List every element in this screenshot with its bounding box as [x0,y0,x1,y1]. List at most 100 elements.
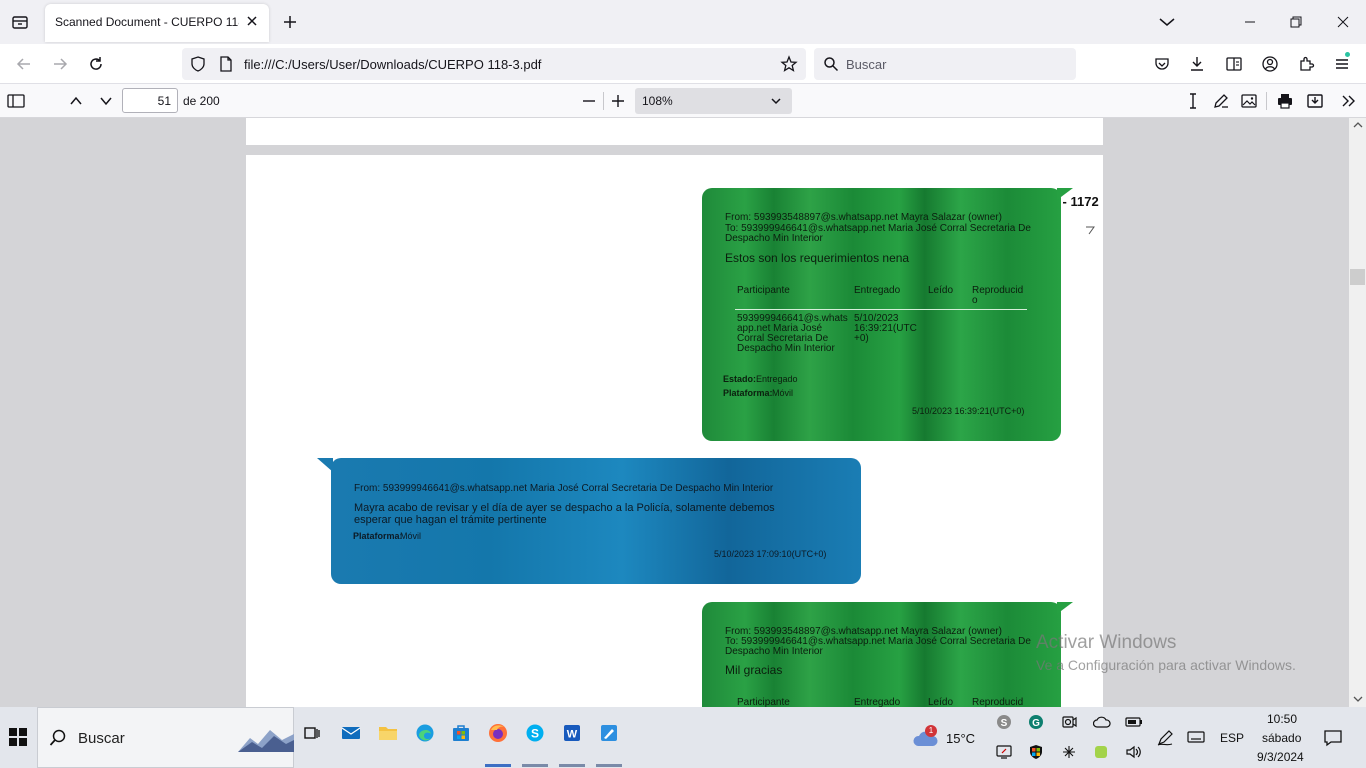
scroll-up-icon[interactable] [1353,121,1363,129]
clock-date[interactable]: 9/3/2024 [1257,750,1304,764]
running-app-indicator [522,764,548,767]
page-number-input[interactable] [122,88,178,113]
text-cursor-icon[interactable] [1183,91,1203,111]
bookmark-star-icon[interactable] [780,55,798,73]
previous-page-icon[interactable] [66,91,86,111]
sidebar-toggle-icon[interactable] [6,91,26,111]
print-icon[interactable] [1275,91,1295,111]
table-divider [735,309,1027,310]
pdf-page-previous [246,118,1103,145]
message-body: Estos son los requerimientos nena [725,251,910,265]
security-shield-tray-icon[interactable] [1028,744,1044,760]
shield-icon[interactable] [189,55,207,73]
vertical-scrollbar[interactable] [1349,118,1366,707]
navigation-bar: file:///C:/Users/User/Downloads/CUERPO 1… [0,44,1366,84]
language-indicator[interactable]: ESP [1220,731,1244,745]
onedrive-tray-icon[interactable] [1093,714,1111,730]
minimize-window-button[interactable] [1227,0,1273,44]
edge-browser-icon[interactable] [413,721,437,745]
toolbar-divider [1266,92,1267,110]
active-app-indicator [485,764,511,767]
estado-label: Estado: [723,374,757,384]
running-app-indicator [559,764,585,767]
running-app-indicator [596,764,622,767]
app-tray-icon[interactable] [1093,744,1109,760]
save-icon[interactable] [1305,91,1325,111]
svg-text:S: S [531,727,539,741]
network-tray-icon[interactable] [1061,744,1077,760]
add-image-icon[interactable] [1239,91,1259,111]
draw-pen-icon[interactable] [1211,91,1231,111]
taskbar: Buscar S W 1 15°C S G ESP 10:50 sábado 9… [0,707,1366,768]
url-bar[interactable]: file:///C:/Users/User/Downloads/CUERPO 1… [182,48,806,80]
account-icon[interactable] [1260,54,1280,74]
file-icon[interactable] [218,55,234,73]
zoom-in-icon[interactable] [608,91,628,111]
search-icon [49,729,67,747]
grammarly-tray-icon[interactable]: G [1028,714,1044,730]
touch-keyboard-icon[interactable] [1187,729,1205,745]
search-bar[interactable]: Buscar [814,48,1076,80]
message-body: Mil gracias [725,663,783,677]
scroll-thumb[interactable] [1350,269,1365,285]
tab-active[interactable]: Scanned Document - CUERPO 118-3.pdf [45,4,269,42]
task-view-icon[interactable] [300,721,324,745]
scroll-down-icon[interactable] [1353,695,1363,703]
reader-view-icon[interactable] [1224,54,1244,74]
table-header: Entregado [854,285,901,296]
clock-day[interactable]: sábado [1262,731,1301,745]
extensions-icon[interactable] [1296,54,1316,74]
word-app-icon[interactable]: W [560,721,584,745]
pocket-icon[interactable] [1152,54,1172,74]
message-timestamp: 5/10/2023 17:09:10(UTC+0) [714,549,827,559]
zoom-select[interactable]: 108% [635,88,792,114]
weather-temperature: 15°C [946,731,976,746]
pen-workspace-icon[interactable] [1156,729,1174,747]
chevron-down-icon[interactable] [1157,13,1177,31]
new-tab-icon[interactable] [280,12,300,32]
camera-tray-icon[interactable] [1061,714,1077,730]
search-placeholder: Buscar [846,57,887,72]
volume-tray-icon[interactable] [1125,744,1143,760]
close-window-button[interactable] [1320,0,1366,44]
firefox-browser-icon[interactable] [486,721,510,745]
clock-time[interactable]: 10:50 [1267,712,1297,726]
notifications-icon[interactable] [1323,728,1343,748]
file-explorer-icon[interactable] [376,721,400,745]
skype-tray-icon[interactable]: S [996,714,1012,730]
close-tab-icon[interactable] [245,14,259,28]
paint-app-icon[interactable] [597,721,621,745]
reload-icon[interactable] [86,54,106,74]
estado-value: Entregado [756,374,798,384]
taskbar-search-box[interactable]: Buscar [37,707,294,768]
mark-icon [1084,224,1096,236]
pdf-viewer[interactable] [0,118,1366,707]
table-header: Reproducid [972,285,1024,296]
more-tools-icon[interactable] [1339,91,1359,111]
restore-window-button[interactable] [1273,0,1319,44]
back-arrow-icon[interactable] [14,54,34,74]
bubble-tail [317,458,333,472]
zoom-out-icon[interactable] [579,91,599,111]
next-page-icon[interactable] [96,91,116,111]
table-header: Participante [737,285,790,296]
table-cell: Despacho Min Interior [737,343,835,354]
forward-arrow-icon[interactable] [50,54,70,74]
pdf-toolbar: de 200 108% [0,84,1366,118]
zoom-value: 108% [642,94,673,108]
toolbar-divider [603,92,604,110]
tab-list-icon[interactable] [10,12,30,32]
search-icon [823,56,839,72]
message-from: From: 593993548897@s.whatsapp.net Mayra … [725,212,1002,223]
display-tray-icon[interactable] [996,744,1012,760]
menu-icon[interactable] [1332,54,1352,74]
skype-app-icon[interactable]: S [523,721,547,745]
mail-app-icon[interactable] [339,721,363,745]
battery-tray-icon[interactable] [1125,714,1143,730]
plataforma-value: Móvil [772,388,794,398]
windows-start-icon[interactable] [9,728,27,746]
download-icon[interactable] [1187,54,1207,74]
store-app-icon[interactable] [449,721,473,745]
taskbar-search-label: Buscar [78,730,125,747]
weather-badge: 1 [925,725,937,737]
